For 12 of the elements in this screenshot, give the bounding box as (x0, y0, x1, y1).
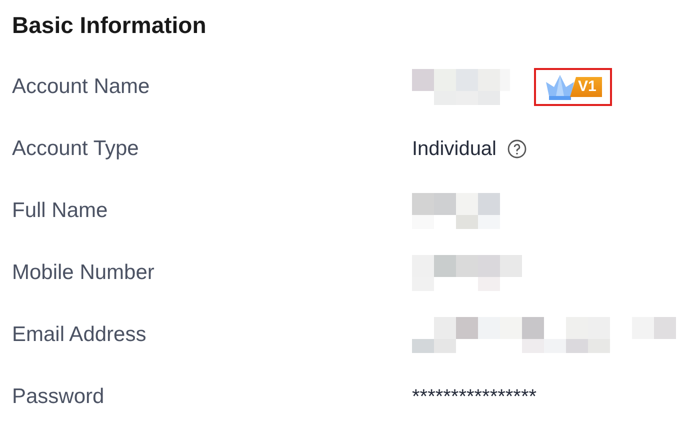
field-label: Email Address (11, 323, 148, 347)
section-title: Basic Information (12, 11, 208, 40)
field-label: Full Name (11, 199, 109, 223)
level-badge: V1 (544, 74, 602, 100)
field-label: Password (11, 385, 106, 409)
help-icon[interactable] (506, 139, 527, 159)
field-label: Account Type (11, 137, 140, 161)
password-value: **************** (412, 386, 537, 408)
field-value: Individual (412, 138, 497, 160)
field-label: Account Name (11, 75, 151, 99)
field-label: Mobile Number (11, 261, 156, 285)
crown-icon (544, 74, 576, 100)
